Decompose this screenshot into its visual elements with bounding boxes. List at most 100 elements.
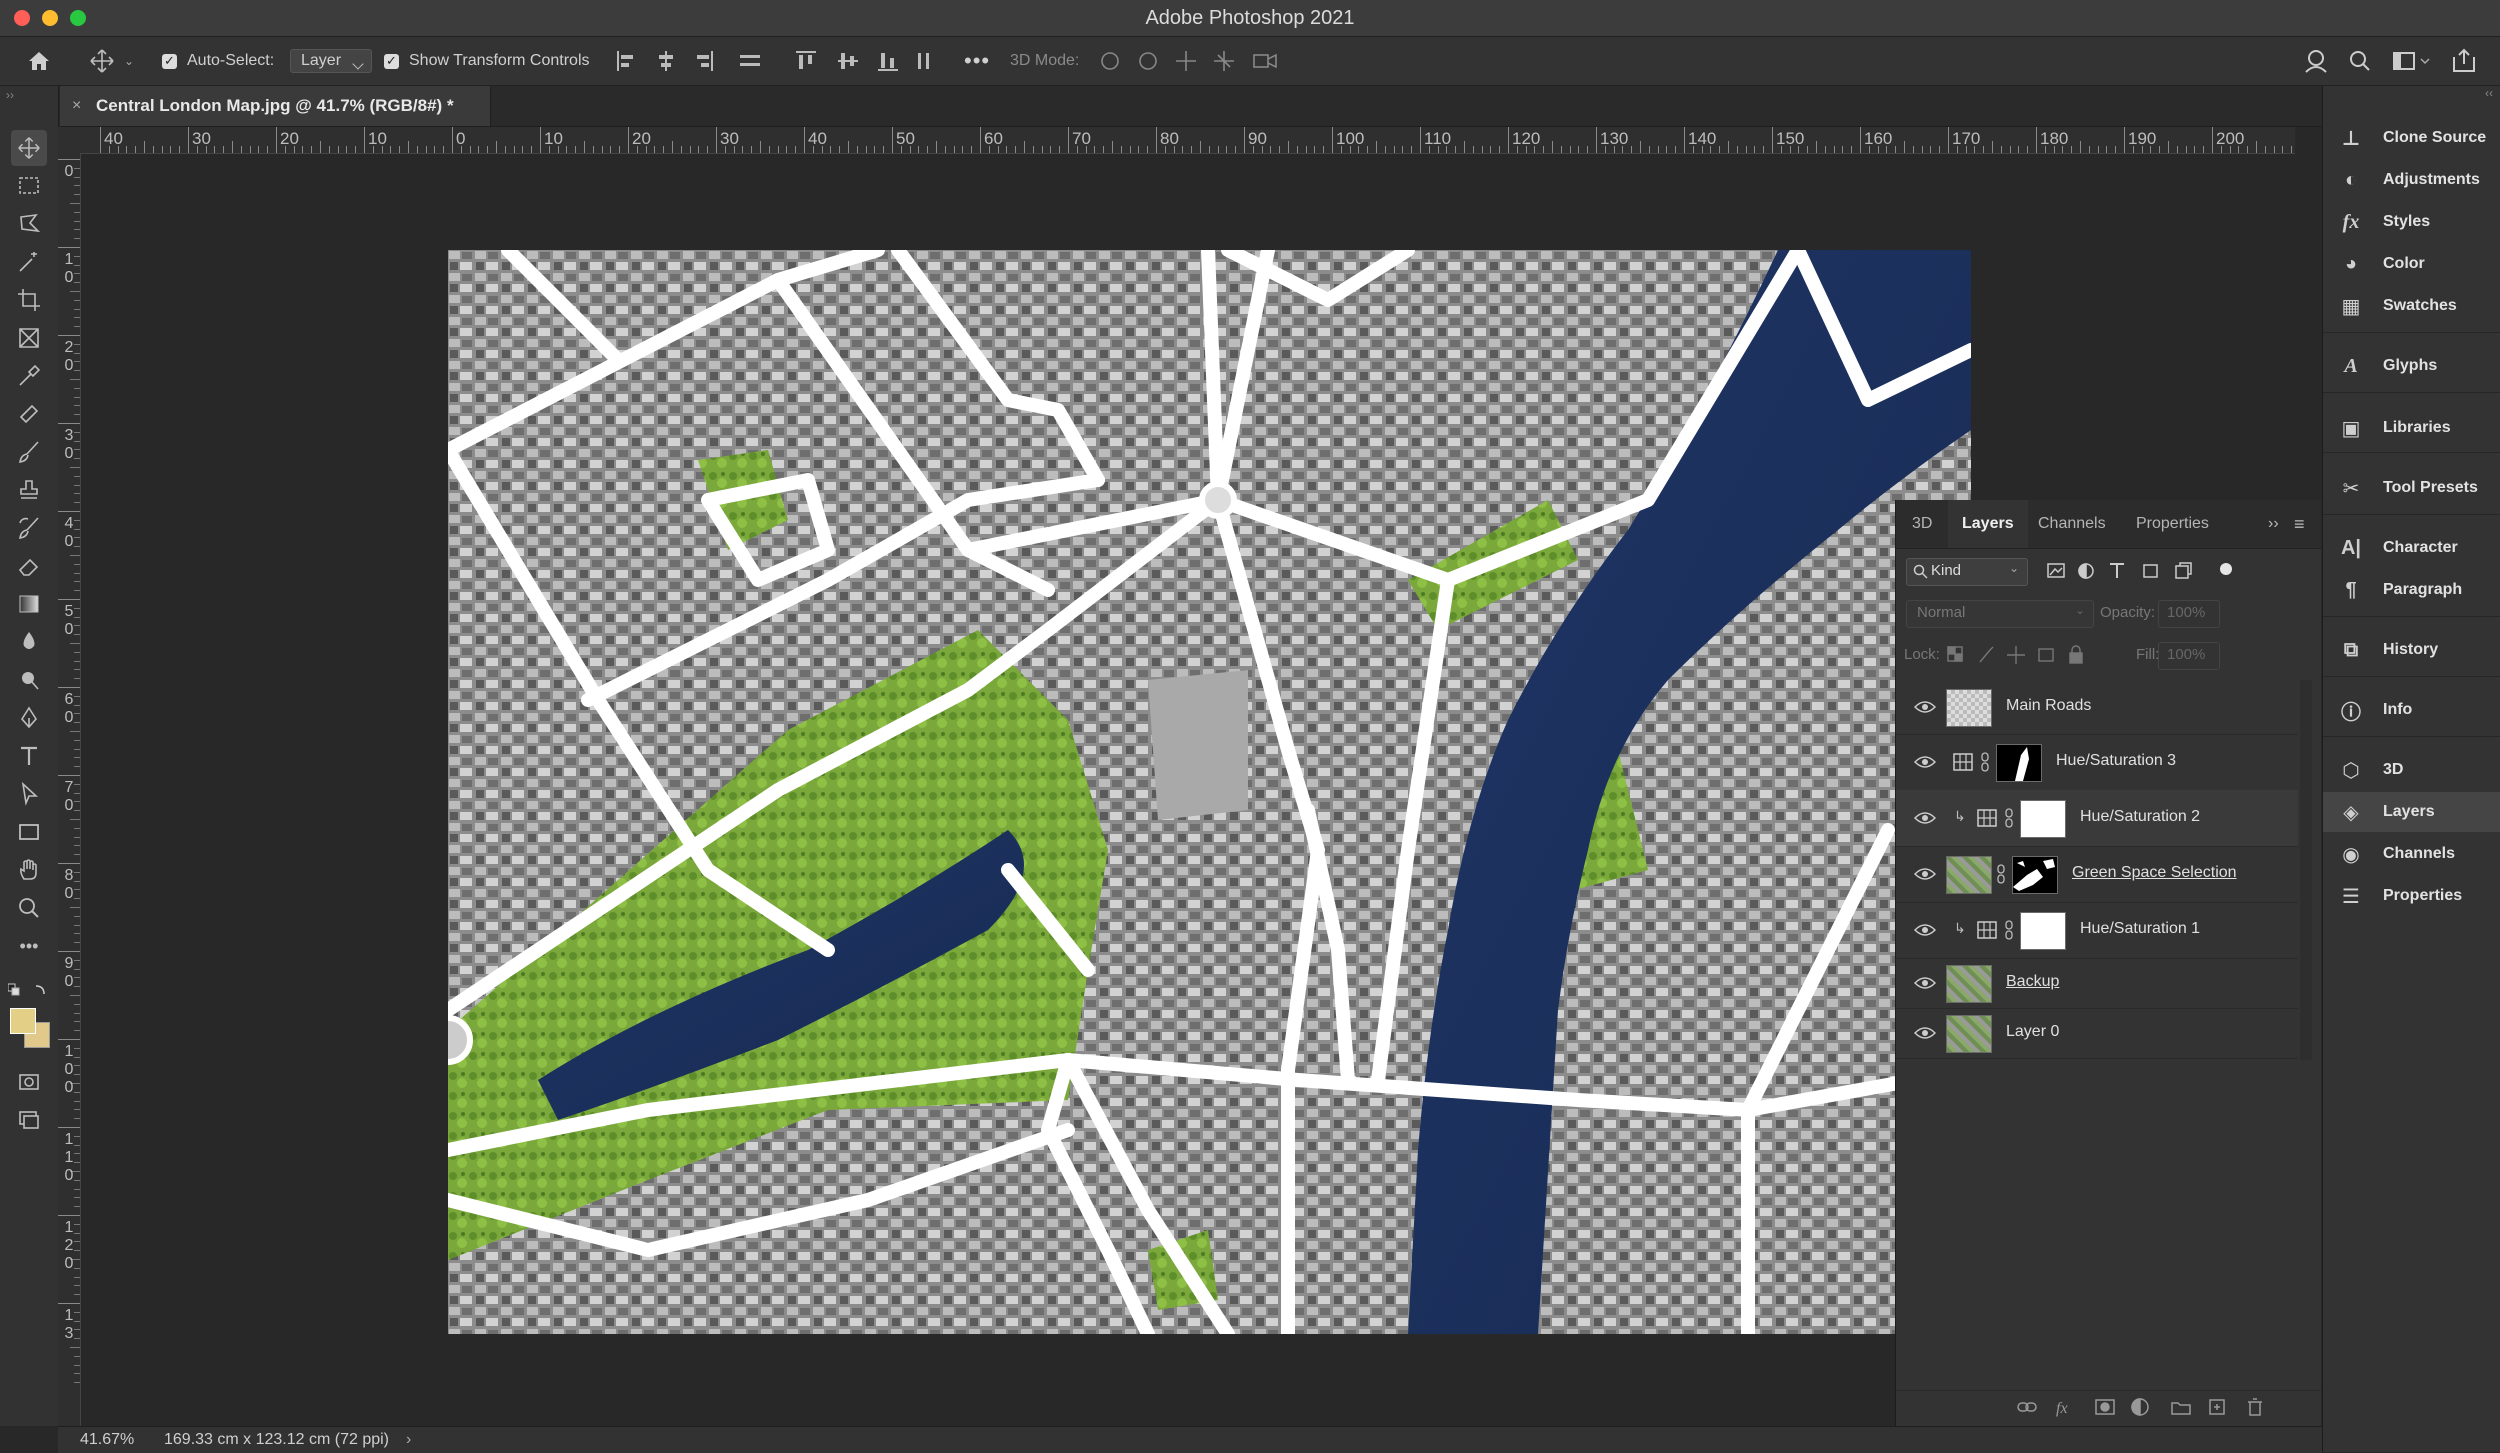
filter-pixel-icon[interactable] [2047,563,2065,578]
link-icon[interactable] [1980,752,1990,772]
lock-image-icon[interactable] [1979,646,1994,663]
layer-mask-thumbnail[interactable] [2020,800,2066,838]
panel-swatches[interactable]: ▦ Swatches [2323,286,2500,326]
orbit-icon[interactable] [1101,52,1119,70]
slide-icon[interactable] [1214,51,1234,71]
frame-tool[interactable] [11,320,47,356]
layer-row[interactable]: Green Space Selection [1896,846,2298,903]
panel-info[interactable]: ⓘ Info [2323,690,2500,730]
fx-icon[interactable]: fx [2056,1400,2068,1417]
hand-tool[interactable] [11,852,47,888]
healing-brush-tool[interactable] [11,396,47,432]
eye-icon[interactable] [1914,867,1936,881]
panel-styles[interactable]: fx Styles [2323,202,2500,242]
more-options-button[interactable]: ••• [964,37,990,85]
tab-layers[interactable]: Layers [1948,500,2028,548]
ruler-origin[interactable] [58,127,81,154]
quick-mask-button[interactable] [11,1064,47,1100]
layer-mask-thumbnail[interactable] [2020,912,2066,950]
new-adjustment-icon[interactable] [2131,1398,2149,1416]
distribute-icon[interactable] [740,55,760,66]
layer-mask-thumbnail[interactable] [1996,744,2042,782]
new-group-icon[interactable] [2171,1402,2191,1415]
layer-name[interactable]: Backup [2006,973,2059,991]
move-tool-preset-picker[interactable]: ⌄ [88,37,134,85]
link-icon[interactable] [2004,808,2014,828]
panel-glyphs[interactable]: A Glyphs [2323,346,2500,386]
vertical-ruler[interactable]: 0 1 0 2 0 3 0 4 0 5 0 6 0 7 0 8 0 9 0 1 0 0 1 1 0 1 … [58,153,81,1426]
align-center-icon[interactable] [659,51,673,71]
type-tool[interactable] [11,738,47,774]
fill-field[interactable]: 100% [2158,642,2220,670]
lock-artboard-icon[interactable] [2038,648,2054,662]
panel-paragraph[interactable]: ¶ Paragraph [2323,570,2500,610]
align-right-icon[interactable] [697,51,713,71]
layer-row[interactable]: Backup [1896,958,2298,1009]
panel-3d[interactable]: ⬡ 3D [2323,750,2500,790]
default-colors-icons[interactable] [7,982,50,998]
tab-3d[interactable]: 3D [1912,500,1932,548]
foreground-color-swatch[interactable] [10,1008,36,1034]
crop-tool[interactable] [11,282,47,318]
move-tool[interactable] [11,130,47,166]
layer-name[interactable]: Green Space Selection [2072,864,2237,882]
brush-tool[interactable] [11,434,47,470]
layer-row[interactable]: ↳ Hue/Saturation 2 [1896,790,2298,847]
workspace-icon[interactable] [2393,52,2430,70]
history-brush-tool[interactable] [11,510,47,546]
show-transform-controls-checkbox[interactable]: ✓ Show Transform Controls [384,37,590,85]
link-icon[interactable] [1996,864,2006,884]
collapse-toolbar-icon[interactable]: ›› [6,88,14,102]
magic-wand-tool[interactable] [11,244,47,280]
delete-layer-icon[interactable] [2248,1398,2262,1416]
lock-position-icon[interactable] [2007,646,2025,664]
filter-shape-icon[interactable] [2143,564,2158,578]
zoom-level[interactable]: 41.67% [80,1427,134,1453]
filter-type-icon[interactable] [2110,563,2124,578]
layer-row[interactable]: ↳ Hue/Saturation 1 [1896,902,2298,959]
link-layers-icon[interactable] [2017,1402,2037,1412]
tab-channels[interactable]: Channels [2038,500,2106,548]
add-mask-icon[interactable] [2095,1399,2115,1415]
filter-adjustment-icon[interactable] [2078,563,2094,579]
blur-tool[interactable] [11,624,47,660]
dodge-tool[interactable] [11,662,47,698]
align-left-icon[interactable] [617,51,633,71]
marquee-tool[interactable] [11,168,47,204]
layers-scrollbar[interactable] [2300,680,2312,1060]
panel-libraries[interactable]: ▣ Libraries [2323,408,2500,448]
document-tab[interactable]: × Central London Map.jpg @ 41.7% (RGB/8#… [60,86,491,126]
path-selection-tool[interactable] [11,776,47,812]
panel-layers[interactable]: ◈ Layers [2323,792,2500,832]
align-middle-icon[interactable] [838,53,858,69]
layer-name[interactable]: Hue/Saturation 1 [2080,920,2200,938]
auto-select-dropdown[interactable]: Layer [290,37,373,85]
document-info[interactable]: 169.33 cm x 123.12 cm (72 ppi) [164,1427,389,1453]
panel-color[interactable]: ◕ Color [2323,244,2500,284]
opacity-field[interactable]: 100% [2158,600,2220,628]
align-top-icon[interactable] [796,51,816,69]
eye-icon[interactable] [1914,1026,1936,1040]
close-tab-icon[interactable]: × [72,86,81,126]
layer-name[interactable]: Hue/Saturation 3 [2056,752,2176,770]
chevron-right-icon[interactable]: › [406,1427,411,1453]
eye-icon[interactable] [1914,811,1936,825]
roll-icon[interactable] [1139,52,1157,70]
lasso-tool[interactable] [11,206,47,242]
panel-menu-icon[interactable]: ≡ [2294,500,2305,548]
tab-properties[interactable]: Properties [2136,500,2209,548]
screen-mode-button[interactable] [11,1102,47,1138]
layer-row[interactable]: Main Roads [1896,680,2298,735]
rectangle-tool[interactable] [11,814,47,850]
gradient-tool[interactable] [11,586,47,622]
eraser-tool[interactable] [11,548,47,584]
new-layer-icon[interactable] [2209,1399,2225,1415]
filter-smart-object-icon[interactable] [2175,562,2192,579]
filter-toggle-icon[interactable] [2220,563,2232,575]
collapse-dock-icon[interactable]: ‹‹ [2485,86,2493,100]
lock-all-icon[interactable] [2069,645,2083,664]
scale-icon[interactable] [1253,54,1269,68]
cloud-user-icon[interactable] [2305,50,2327,73]
eye-icon[interactable] [1914,755,1936,769]
link-icon[interactable] [2004,920,2014,940]
